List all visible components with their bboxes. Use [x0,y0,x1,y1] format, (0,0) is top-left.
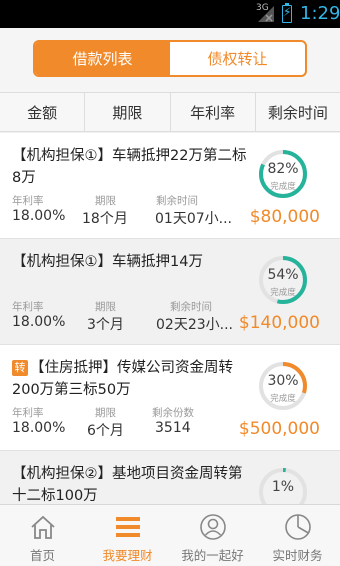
rate-value: 18.00% [12,420,66,436]
bottom-tab-bar: 首页 我要理财 我的一起好 实时财务 [0,504,340,566]
user-icon [199,514,226,540]
progress-percent: 1% [271,479,295,495]
tab-debt-transfer[interactable]: 债权转让 [170,42,305,75]
remaining-value: 02天23小... [156,317,233,333]
signal-icon [258,6,274,22]
status-bar: 3G ⚡ 1:29 [0,0,340,28]
progress-percent: 30% [267,373,299,389]
loan-title: 【机构担保②】基地项目资金周转第十二标100万 [12,466,243,504]
rate-value: 18.00% [12,208,66,224]
segment-bar: 借款列表 债权转让 [0,28,340,92]
remaining-value: 01天07小... [155,211,232,227]
term-value: 18个月 [82,211,128,227]
term-label: 期限 [95,301,116,313]
remaining-label: 剩余时间 [170,301,212,313]
sort-remaining[interactable]: 剩余时间 [256,93,340,131]
home-icon [30,515,55,539]
remaining-label: 剩余时间 [156,195,198,207]
list-item[interactable]: 【机构担保②】基地项目资金周转第十二标100万 1% [0,451,340,504]
tab-invest-label: 我要理财 [102,548,153,563]
rate-value: 18.00% [12,314,66,330]
progress-label: 完成度 [270,288,296,298]
term-value: 6个月 [87,423,124,439]
charging-icon: ⚡ [283,5,292,19]
progress-percent: 54% [267,267,299,283]
term-value: 3个月 [87,317,124,333]
progress-label: 完成度 [270,394,296,404]
list-item[interactable]: 转【住房抵押】传媒公司资金周转200万第三标50万 年利率 期限 剩余份数 18… [0,345,340,451]
tab-finance[interactable]: 实时财务 [255,505,340,566]
tab-loan-list[interactable]: 借款列表 [35,42,170,75]
remaining-shares-value: 3514 [155,420,191,436]
tab-home[interactable]: 首页 [0,505,85,566]
term-label: 期限 [95,195,116,207]
menu-icon [115,517,140,537]
loan-title: 【机构担保①】车辆抵押22万第二标8万 [12,148,247,186]
loan-amount: $500,000 [238,419,320,439]
progress-percent: 82% [267,161,299,177]
rate-label: 年利率 [12,407,44,419]
loan-title: 转【住房抵押】传媒公司资金周转200万第三标50万 [12,360,233,398]
loan-amount: $140,000 [238,313,320,333]
transfer-tag: 转 [12,360,28,376]
sort-header: 金额 期限 年利率 剩余时间 [0,92,340,132]
tab-home-label: 首页 [29,548,55,563]
pie-chart-icon [284,514,311,540]
segment-control: 借款列表 债权转让 [33,40,307,77]
loan-title: 【机构担保①】车辆抵押14万 [12,254,203,270]
clock: 1:29 [300,3,340,24]
list-item[interactable]: 【机构担保①】车辆抵押22万第二标8万 年利率 期限 剩余时间 18.00% 1… [0,133,340,239]
progress-label: 完成度 [270,182,296,192]
rate-label: 年利率 [12,301,44,313]
rate-label: 年利率 [12,195,44,207]
sort-rate[interactable]: 年利率 [171,93,256,131]
term-label: 期限 [95,407,116,419]
loan-list: 【机构担保①】车辆抵押22万第二标8万 年利率 期限 剩余时间 18.00% 1… [0,133,340,504]
app-screen: 3G ⚡ 1:29 借款列表 债权转让 金额 期限 年利率 剩余时间 【机构担保… [0,0,340,566]
remaining-shares-label: 剩余份数 [152,407,194,419]
tab-finance-label: 实时财务 [272,548,323,563]
tab-invest[interactable]: 我要理财 [85,505,170,566]
tab-mine-label: 我的一起好 [181,548,244,563]
sort-amount[interactable]: 金额 [0,93,86,131]
sort-term[interactable]: 期限 [85,93,171,131]
tab-mine[interactable]: 我的一起好 [170,505,255,566]
list-item[interactable]: 【机构担保①】车辆抵押14万 年利率 期限 剩余时间 18.00% 3个月 02… [0,239,340,345]
loan-amount: $80,000 [249,207,320,227]
